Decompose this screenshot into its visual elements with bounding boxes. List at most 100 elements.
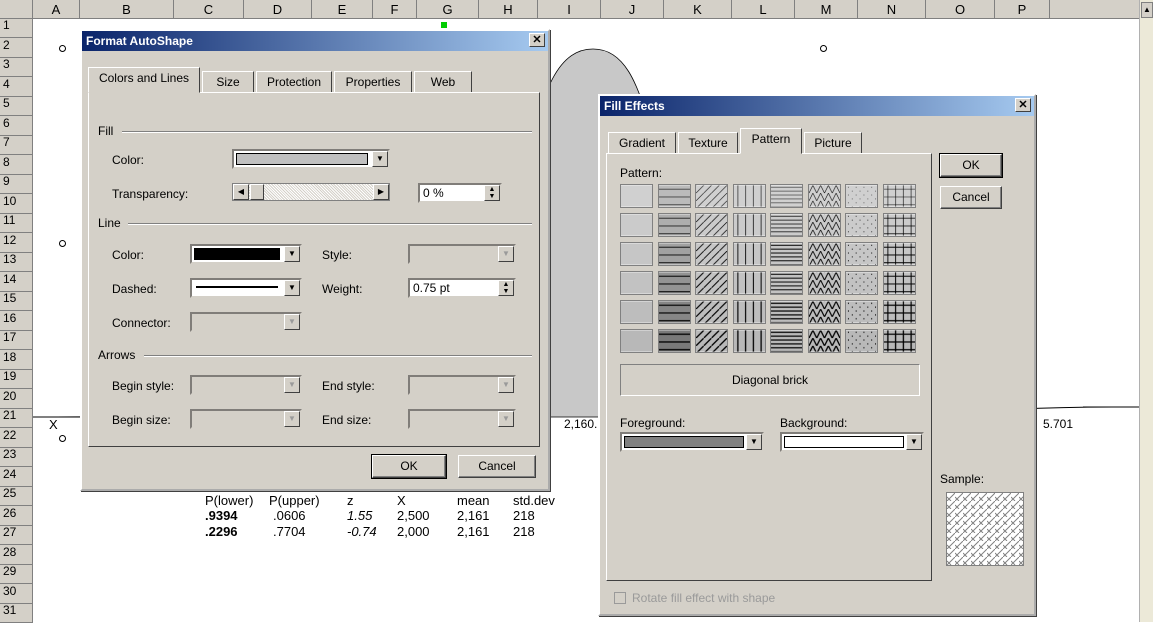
tab-web[interactable]: Web (414, 71, 472, 93)
row-header[interactable]: 19 (0, 370, 33, 389)
chevron-down-icon[interactable]: ▼ (498, 246, 514, 262)
row-header[interactable]: 10 (0, 195, 33, 214)
vertical-scrollbar[interactable]: ▲ (1139, 0, 1153, 622)
tab-picture[interactable]: Picture (804, 132, 862, 154)
row-header[interactable]: 6 (0, 117, 33, 136)
pattern-swatch[interactable] (845, 184, 878, 208)
column-header[interactable]: G (417, 0, 479, 19)
slider-right-icon[interactable]: ▶ (373, 184, 389, 200)
chevron-down-icon[interactable]: ▼ (284, 280, 300, 296)
row-header[interactable]: 21 (0, 409, 33, 428)
pattern-swatch[interactable] (732, 213, 766, 237)
column-header[interactable]: J (601, 0, 664, 19)
pattern-swatch[interactable] (732, 242, 766, 266)
row-header[interactable]: 7 (0, 136, 33, 155)
row-header[interactable]: 4 (0, 78, 33, 97)
table-cell[interactable]: 218 (513, 524, 535, 539)
row-header[interactable]: 18 (0, 351, 33, 370)
pattern-swatch[interactable] (770, 184, 803, 208)
column-header[interactable]: K (664, 0, 732, 19)
spinner-icon[interactable]: ▲ ▼ (498, 280, 514, 296)
row-header[interactable]: 23 (0, 448, 33, 467)
pattern-swatch[interactable] (770, 329, 803, 353)
dashed-dropdown[interactable]: ▼ (190, 278, 302, 298)
rotate-fill-checkbox[interactable] (614, 592, 626, 604)
column-header[interactable]: P (995, 0, 1050, 19)
table-cell[interactable]: .9394 (205, 508, 238, 523)
pattern-swatch[interactable] (807, 271, 841, 295)
column-header[interactable]: O (926, 0, 995, 19)
column-header[interactable]: A (33, 0, 80, 19)
transparency-slider[interactable]: ◀ ▶ (232, 183, 390, 201)
spinner-icon[interactable]: ▲ ▼ (484, 185, 500, 201)
pattern-swatch[interactable] (620, 213, 653, 237)
table-cell[interactable]: .2296 (205, 524, 238, 539)
connector-dropdown[interactable]: ▼ (190, 312, 302, 332)
pattern-swatch[interactable] (807, 242, 841, 266)
slider-left-icon[interactable]: ◀ (233, 184, 249, 200)
row-header[interactable]: 12 (0, 234, 33, 253)
pattern-swatch[interactable] (770, 271, 803, 295)
row-header[interactable]: 11 (0, 214, 33, 233)
chevron-down-icon[interactable]: ▼ (284, 314, 300, 330)
ok-button[interactable]: OK (939, 153, 1003, 178)
ok-button[interactable]: OK (371, 454, 447, 479)
pattern-swatch[interactable] (807, 300, 841, 324)
select-all-corner[interactable] (0, 0, 33, 19)
chevron-down-icon[interactable]: ▼ (746, 434, 762, 450)
pattern-swatch[interactable] (657, 300, 691, 324)
chevron-down-icon[interactable]: ▼ (284, 246, 300, 262)
row-header[interactable]: 20 (0, 390, 33, 409)
column-header[interactable]: D (244, 0, 312, 19)
foreground-dropdown[interactable]: ▼ (620, 432, 764, 452)
tab-colors-and-lines[interactable]: Colors and Lines (88, 67, 200, 93)
row-header[interactable]: 30 (0, 585, 33, 604)
pattern-swatch[interactable] (770, 300, 803, 324)
table-cell[interactable]: mean (457, 493, 490, 508)
row-header[interactable]: 29 (0, 565, 33, 584)
table-cell[interactable]: 2,161 (457, 524, 490, 539)
end-style-dropdown[interactable]: ▼ (408, 375, 516, 395)
row-header[interactable]: 14 (0, 273, 33, 292)
pattern-swatch[interactable] (695, 271, 728, 295)
row-header[interactable]: 2 (0, 39, 33, 58)
column-header[interactable]: L (732, 0, 795, 19)
pattern-swatch[interactable] (657, 242, 691, 266)
style-dropdown[interactable]: ▼ (408, 244, 516, 264)
table-cell[interactable]: std.dev (513, 493, 555, 508)
close-icon[interactable]: ✕ (529, 33, 545, 47)
column-header[interactable]: F (373, 0, 417, 19)
row-header[interactable]: 17 (0, 331, 33, 350)
scroll-up-icon[interactable]: ▲ (1141, 2, 1153, 18)
column-header[interactable]: B (80, 0, 174, 19)
pattern-swatch[interactable] (695, 213, 728, 237)
table-cell[interactable]: P(lower) (205, 493, 253, 508)
pattern-swatch[interactable] (620, 271, 653, 295)
tab-properties[interactable]: Properties (334, 71, 412, 93)
row-header[interactable]: 16 (0, 312, 33, 331)
column-header[interactable]: H (479, 0, 538, 19)
row-header[interactable]: 27 (0, 526, 33, 545)
tab-pattern[interactable]: Pattern (740, 128, 802, 154)
pattern-swatch[interactable] (732, 184, 766, 208)
column-header[interactable]: C (174, 0, 244, 19)
column-header[interactable]: I (538, 0, 601, 19)
fill-effects-titlebar[interactable]: Fill Effects ✕ (600, 96, 1034, 116)
chevron-down-icon[interactable]: ▼ (498, 377, 514, 393)
pattern-swatch[interactable] (657, 213, 691, 237)
background-dropdown[interactable]: ▼ (780, 432, 924, 452)
chevron-down-icon[interactable]: ▼ (284, 411, 300, 427)
pattern-swatch[interactable] (695, 329, 728, 353)
begin-style-dropdown[interactable]: ▼ (190, 375, 302, 395)
selection-handle[interactable] (59, 45, 66, 52)
row-header[interactable]: 5 (0, 97, 33, 116)
pattern-swatch[interactable] (882, 271, 916, 295)
pattern-swatch[interactable] (732, 329, 766, 353)
rotation-handle[interactable] (441, 22, 447, 28)
row-header[interactable]: 3 (0, 58, 33, 77)
end-size-dropdown[interactable]: ▼ (408, 409, 516, 429)
cancel-button[interactable]: Cancel (458, 455, 536, 478)
pattern-swatch[interactable] (807, 329, 841, 353)
pattern-swatch[interactable] (620, 242, 653, 266)
table-cell[interactable]: 2,161 (457, 508, 490, 523)
